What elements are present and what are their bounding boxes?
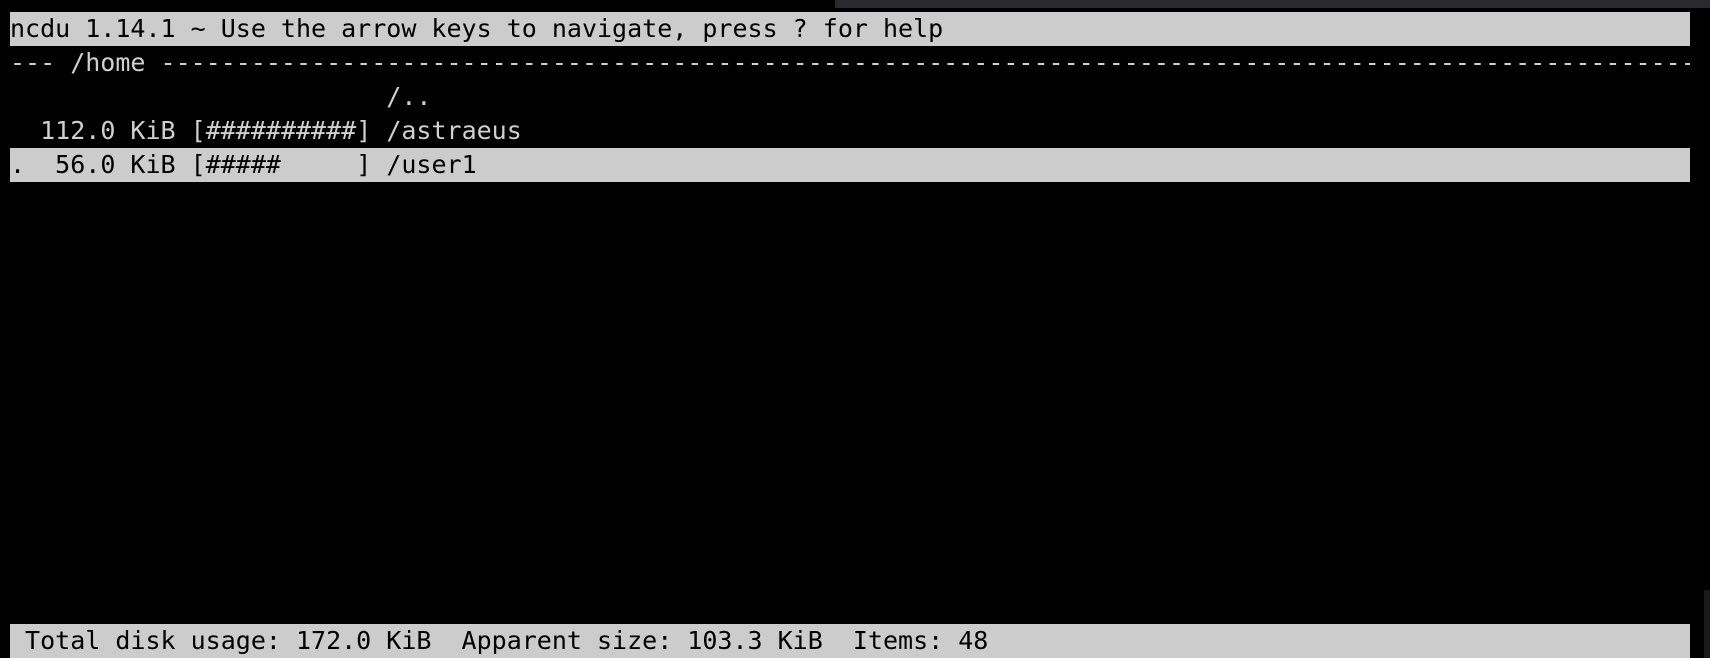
entry-flag	[10, 116, 25, 145]
window-edge	[1704, 590, 1710, 658]
directory-entry-user1-selected[interactable]: . 56.0 KiB [##### ] /user1	[10, 148, 1690, 182]
entry-size: 112.0 KiB	[25, 116, 176, 145]
status-bar: Total disk usage: 172.0 KiB Apparent siz…	[10, 624, 1690, 658]
parent-directory-entry[interactable]: /..	[10, 80, 1690, 114]
entry-name: /user1	[386, 150, 477, 179]
window-top-strip	[835, 0, 1710, 8]
entry-name: /astraeus	[386, 116, 522, 145]
title-bar: ncdu 1.14.1 ~ Use the arrow keys to navi…	[10, 12, 1690, 46]
entry-size: 56.0 KiB	[25, 150, 176, 179]
entry-flag: .	[10, 150, 26, 179]
current-directory-line: --- /home ------------------------------…	[10, 48, 1690, 77]
directory-entry-astraeus[interactable]: 112.0 KiB [##########] /astraeus	[10, 114, 1690, 148]
entry-usage-bar: [##########]	[190, 116, 372, 145]
entry-usage-bar: [##### ]	[190, 150, 372, 179]
